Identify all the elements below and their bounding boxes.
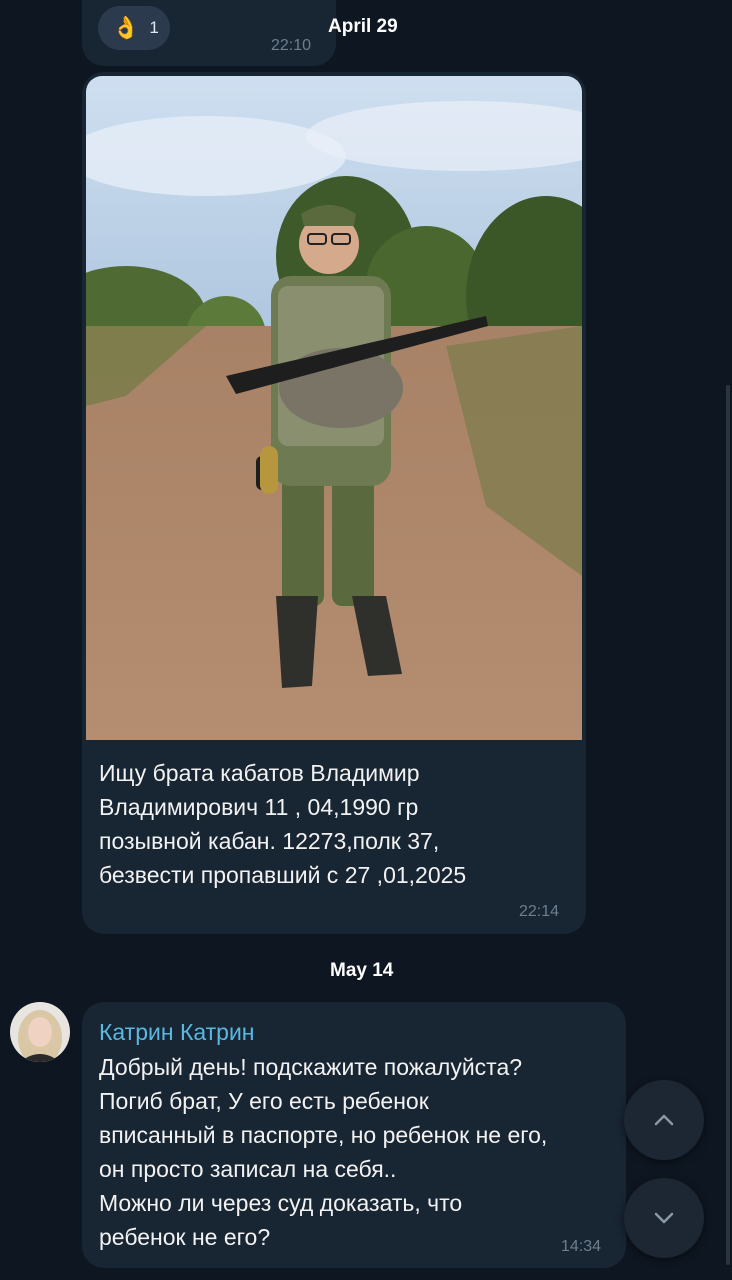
scroll-down-button[interactable] [624,1178,704,1258]
scroll-up-button[interactable] [624,1080,704,1160]
message-text: Добрый день! подскажите пожалуйста? Поги… [99,1054,548,1250]
message-time: 22:10 [271,37,312,54]
date-separator: May 14 [330,960,394,981]
ok-hand-icon: 👌 [112,15,140,40]
sender-name[interactable]: Катрин Катрин [99,1019,255,1046]
date-separator: April 29 [328,16,398,37]
chevron-up-icon [654,1114,674,1126]
photo-image [86,76,582,740]
soldier-photo[interactable] [86,76,582,740]
reaction-chip[interactable]: 👌 1 [98,6,170,50]
reaction-count: 1 [149,18,159,37]
scrollbar[interactable] [726,385,730,1265]
photo-caption: Ищу брата кабатов Владимир Владимирович … [99,760,467,888]
message-time: 14:34 [561,1238,602,1255]
avatar[interactable] [10,1002,70,1062]
message-time: 22:14 [519,903,560,920]
avatar-image [10,1002,70,1062]
chevron-down-icon [654,1212,674,1224]
